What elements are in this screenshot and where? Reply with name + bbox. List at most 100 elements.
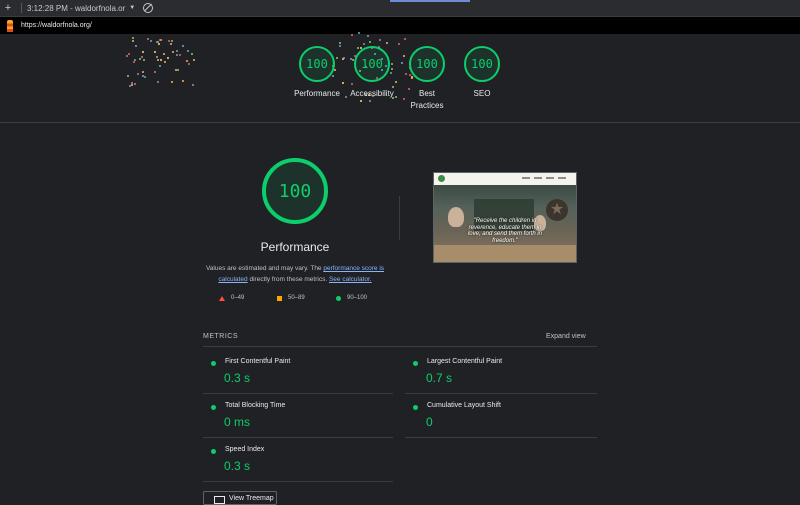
confetti-piece — [170, 43, 173, 46]
confetti-piece — [157, 42, 160, 45]
confetti-piece — [155, 55, 158, 58]
confetti-piece — [170, 81, 173, 84]
metric-name: Cumulative Layout Shift — [427, 402, 501, 409]
confetti-piece — [159, 39, 162, 42]
accessibility-score-value: 100 — [361, 57, 383, 71]
page-screenshot-thumbnail[interactable]: ★ "Receive the children in reverence, ed… — [433, 172, 577, 263]
view-treemap-button[interactable]: View Treemap — [203, 491, 277, 505]
view-treemap-label: View Treemap — [229, 495, 274, 502]
browser-tab-bar: + 3:12:28 PM - waldorfnola.or ▼ — [0, 0, 800, 17]
seo-score-gauge[interactable]: 100 — [464, 46, 500, 82]
confetti-piece — [176, 69, 179, 72]
metric-value: 0.7 s — [426, 371, 453, 385]
confetti-piece — [391, 67, 394, 70]
best-practices-score-gauge[interactable]: 100 — [409, 46, 445, 82]
confetti-piece — [131, 39, 134, 42]
confetti-piece — [349, 58, 352, 61]
confetti-piece — [178, 54, 181, 57]
thumbnail-nav-link — [558, 177, 566, 179]
see-calculator-link[interactable]: See calculator. — [329, 276, 372, 283]
confetti-piece — [334, 68, 337, 71]
confetti-piece — [193, 59, 196, 62]
confetti-piece — [190, 52, 193, 55]
confetti-piece — [136, 72, 139, 75]
seo-score-value: 100 — [471, 57, 493, 71]
seo-gauge-label[interactable]: SEO — [447, 88, 517, 100]
confetti-piece — [133, 60, 136, 63]
confetti-piece — [163, 53, 166, 56]
confetti-piece — [142, 59, 145, 62]
performance-main-score: 100 — [278, 180, 312, 202]
confetti-piece — [154, 71, 157, 74]
confetti-piece — [338, 41, 341, 44]
confetti-piece — [176, 49, 179, 52]
average-square-icon — [277, 295, 282, 301]
performance-score-gauge[interactable]: 100 — [299, 46, 335, 82]
metric-name: Speed Index — [225, 446, 265, 453]
tab-title[interactable]: 3:12:28 PM - waldorfnola.or — [27, 4, 125, 13]
confetti-piece — [386, 42, 389, 45]
confetti-piece — [182, 44, 185, 47]
confetti-piece — [408, 73, 411, 76]
confetti-piece — [342, 82, 345, 85]
legend-pass: 90–100 — [336, 295, 367, 301]
confetti-piece — [338, 45, 341, 48]
confetti-piece — [171, 50, 174, 53]
confetti-piece — [191, 84, 194, 87]
confetti-piece — [131, 37, 134, 40]
new-tab-icon[interactable]: + — [0, 2, 16, 14]
metric-row-divider — [203, 481, 393, 482]
pass-circle-icon — [211, 361, 216, 366]
accessibility-score-gauge[interactable]: 100 — [354, 46, 390, 82]
metric-value: 0 — [426, 415, 433, 429]
note-text-2: directly from these metrics. — [247, 276, 329, 283]
pass-circle-icon — [413, 405, 418, 410]
confetti-piece — [157, 81, 160, 84]
metric-row-divider — [203, 393, 393, 394]
metric-value: 0.3 s — [224, 459, 251, 473]
thumbnail-nav-link — [522, 177, 530, 179]
confetti-piece — [356, 47, 359, 50]
confetti-piece — [144, 75, 147, 78]
report-url[interactable]: https://waldorfnola.org/ — [21, 22, 92, 29]
chevron-down-icon[interactable]: ▼ — [129, 5, 135, 11]
confetti-piece — [336, 56, 339, 59]
loading-indicator — [390, 0, 470, 2]
confetti-piece — [135, 44, 138, 47]
accessibility-gauge-label[interactable]: Accessibility — [337, 88, 407, 100]
confetti-piece — [146, 37, 149, 40]
metric-name: Total Blocking Time — [225, 402, 286, 409]
lighthouse-logo-icon — [5, 19, 15, 32]
score-note: Values are estimated and may vary. The p… — [200, 263, 390, 285]
confetti-piece — [411, 77, 414, 80]
thumbnail-quote: "Receive the children in reverence, educ… — [467, 218, 543, 244]
legend-pass-label: 90–100 — [347, 295, 368, 301]
confetti-piece — [170, 39, 173, 42]
confetti-piece — [176, 53, 179, 56]
legend-average: 50–89 — [277, 295, 305, 301]
confetti-piece — [359, 100, 362, 103]
confetti-piece — [186, 60, 189, 63]
confetti-piece — [391, 62, 394, 65]
confetti-piece — [131, 84, 134, 87]
confetti-piece — [156, 58, 159, 61]
performance-title: Performance — [260, 240, 330, 254]
thumbnail-table — [434, 245, 576, 262]
metric-value: 0 ms — [224, 415, 251, 429]
thumbnail-child-figure — [448, 207, 464, 227]
section-vertical-divider — [399, 196, 400, 240]
legend-fail: 0–49 — [219, 295, 244, 301]
confetti-piece — [159, 58, 162, 61]
pass-circle-icon — [211, 405, 216, 410]
thumbnail-logo-icon — [438, 175, 445, 182]
performance-score-value: 100 — [306, 57, 328, 71]
confetti-piece — [164, 61, 167, 64]
confetti-piece — [404, 73, 407, 76]
confetti-piece — [182, 79, 185, 82]
confetti-piece — [186, 49, 189, 52]
thumbnail-nav — [434, 173, 576, 185]
expand-view-toggle[interactable]: Expand view — [546, 333, 586, 340]
confetti-piece — [159, 65, 162, 68]
best-practices-gauge-label[interactable]: Best Practices — [404, 88, 450, 112]
block-icon[interactable] — [143, 3, 154, 13]
